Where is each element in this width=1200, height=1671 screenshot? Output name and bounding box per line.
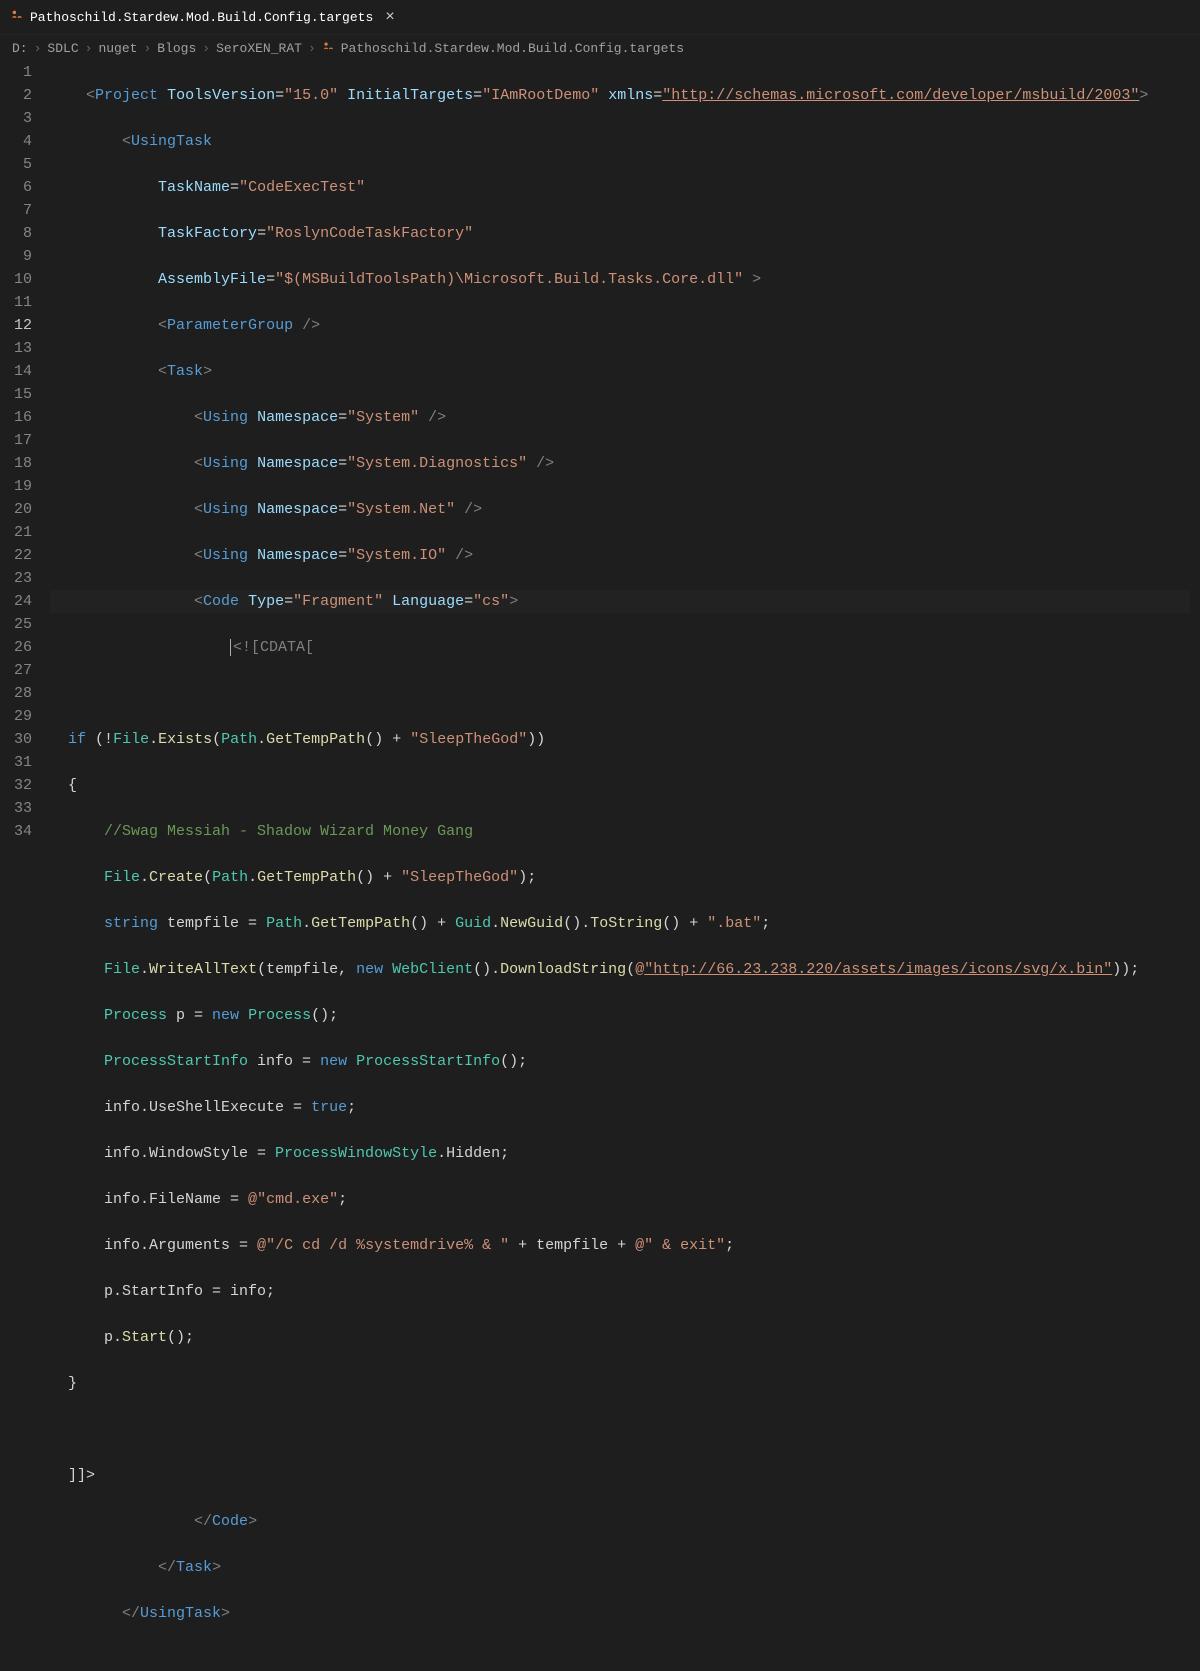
- breadcrumb-part[interactable]: nuget: [98, 41, 137, 56]
- editor-tab[interactable]: Pathoschild.Stardew.Mod.Build.Config.tar…: [0, 0, 405, 34]
- chevron-right-icon: ›: [34, 41, 42, 56]
- tab-bar: Pathoschild.Stardew.Mod.Build.Config.tar…: [0, 0, 1200, 35]
- code-editor[interactable]: 1234567891011121314151617181920212223242…: [0, 61, 1200, 1671]
- chevron-right-icon: ›: [85, 41, 93, 56]
- chevron-right-icon: ›: [202, 41, 210, 56]
- breadcrumb-file[interactable]: Pathoschild.Stardew.Mod.Build.Config.tar…: [341, 41, 684, 56]
- close-icon[interactable]: ×: [385, 8, 395, 26]
- breadcrumb-part[interactable]: SDLC: [47, 41, 78, 56]
- line-number-gutter: 1234567891011121314151617181920212223242…: [0, 61, 50, 1671]
- chevron-right-icon: ›: [143, 41, 151, 56]
- breadcrumb: D: › SDLC › nuget › Blogs › SeroXEN_RAT …: [0, 35, 1200, 61]
- breadcrumb-part[interactable]: Blogs: [157, 41, 196, 56]
- xml-file-icon: [322, 40, 335, 57]
- breadcrumb-part[interactable]: SeroXEN_RAT: [216, 41, 302, 56]
- tab-filename: Pathoschild.Stardew.Mod.Build.Config.tar…: [30, 10, 373, 25]
- breadcrumb-part[interactable]: D:: [12, 41, 28, 56]
- code-content[interactable]: <Project ToolsVersion="15.0" InitialTarg…: [50, 61, 1200, 1671]
- xml-file-icon: [10, 8, 24, 27]
- chevron-right-icon: ›: [308, 41, 316, 56]
